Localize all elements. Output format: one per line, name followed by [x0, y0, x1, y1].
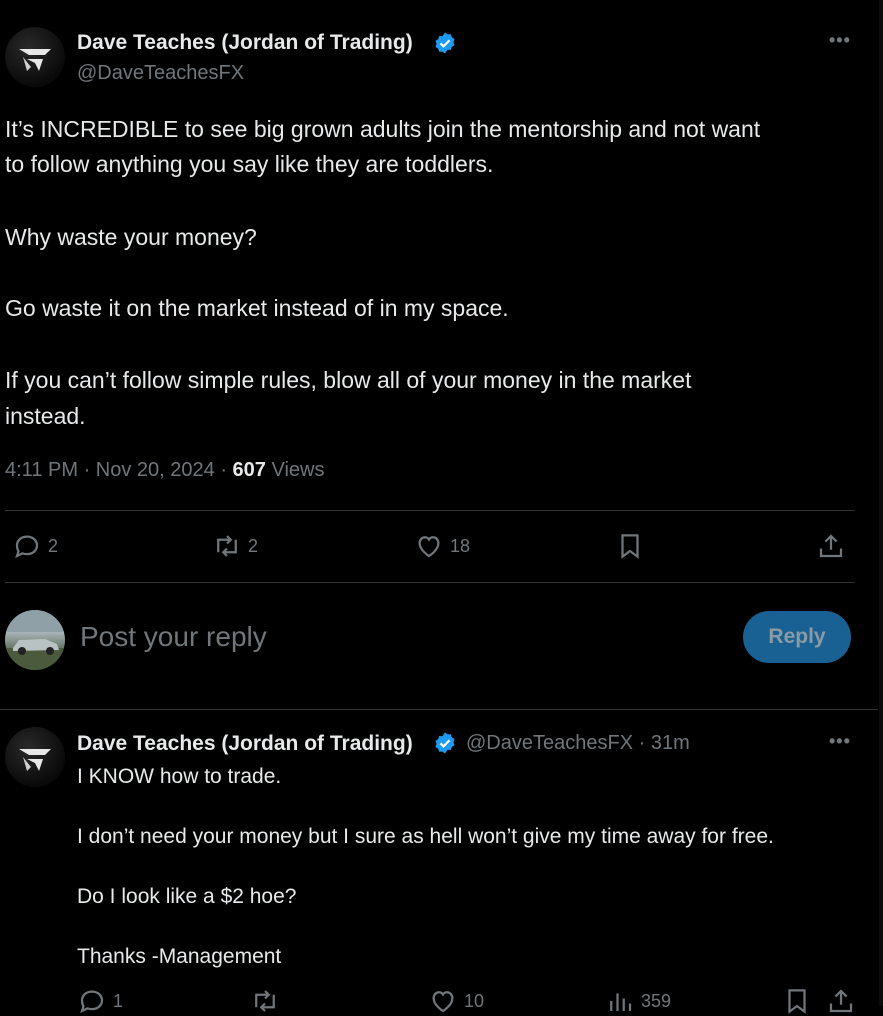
reply-age[interactable]: 31m: [651, 732, 690, 754]
share-icon: [819, 534, 843, 558]
reply-views-count: 359: [641, 990, 672, 1011]
reply-views-action[interactable]: 359: [605, 986, 671, 1016]
reply-author-handle[interactable]: @DaveTeachesFX: [466, 732, 633, 754]
reply-retweet-action[interactable]: [250, 986, 280, 1016]
car-photo: [5, 610, 65, 670]
more-icon[interactable]: •••: [829, 731, 851, 752]
divider: [0, 709, 878, 710]
tweet-text-line: to follow anything you say like they are…: [5, 151, 494, 177]
reply-like-action[interactable]: 10: [428, 986, 484, 1016]
tweet-text-line: instead.: [5, 403, 86, 429]
reply-handle-line: @DaveTeachesFX · 31m: [466, 732, 690, 754]
like-count: 18: [450, 535, 471, 556]
scrollbar[interactable]: [879, 0, 883, 1006]
logo-icon: [19, 749, 51, 771]
reply-text-line: Thanks -Management: [77, 945, 282, 968]
reply-reply-count: 1: [113, 990, 124, 1011]
tweet-text-line: If you can’t follow simple rules, blow a…: [5, 367, 692, 393]
verified-icon: [435, 32, 455, 54]
share-icon: [829, 989, 853, 1013]
views-count: 607: [232, 459, 266, 481]
bookmark-icon: [788, 989, 806, 1014]
divider: [5, 582, 855, 583]
views-icon: [610, 993, 632, 1011]
tweet-text-line: Go waste it on the market instead of in …: [5, 295, 509, 321]
reply-input[interactable]: Post your reply: [80, 621, 267, 653]
retweet-icon: [217, 535, 237, 557]
verified-icon: [435, 732, 455, 754]
author-avatar[interactable]: [5, 27, 65, 87]
like-icon: [432, 991, 454, 1013]
reply-reply-action[interactable]: 1: [77, 986, 123, 1016]
reply-action[interactable]: 2: [12, 531, 58, 561]
reply-author-avatar[interactable]: [5, 727, 65, 787]
reply-count: 2: [48, 535, 59, 556]
reply-button[interactable]: Reply: [743, 611, 851, 663]
retweet-action[interactable]: 2: [212, 531, 258, 561]
divider: [5, 510, 855, 511]
user-avatar[interactable]: [5, 610, 65, 670]
tweet-date[interactable]: Nov 20, 2024: [96, 459, 215, 481]
author-handle[interactable]: @DaveTeachesFX: [77, 62, 244, 85]
bookmark-icon: [621, 534, 639, 559]
bookmark-action[interactable]: [615, 531, 645, 561]
author-name[interactable]: Dave Teaches (Jordan of Trading): [77, 31, 413, 55]
views-label: Views: [271, 459, 325, 481]
tweet-text-line: It’s INCREDIBLE to see big grown adults …: [5, 116, 761, 142]
share-action[interactable]: [816, 531, 846, 561]
tweet-meta: 4:11 PM · Nov 20, 2024 · 607 Views: [5, 459, 325, 481]
reply-text-line: I don’t need your money but I sure as he…: [77, 825, 774, 848]
more-icon[interactable]: •••: [829, 30, 851, 51]
reply-share-action[interactable]: [826, 986, 856, 1016]
reply-icon: [15, 535, 39, 559]
tweet-time[interactable]: 4:11 PM: [5, 459, 78, 481]
reply-icon: [80, 990, 104, 1014]
tweet-text-line: Why waste your money?: [5, 224, 257, 250]
retweet-count: 2: [248, 535, 259, 556]
like-action[interactable]: 18: [414, 531, 470, 561]
reply-author-name[interactable]: Dave Teaches (Jordan of Trading): [77, 732, 413, 756]
reply-text-line: Do I look like a $2 hoe?: [77, 885, 297, 908]
reply-bookmark-action[interactable]: [782, 986, 812, 1016]
logo-icon: [19, 49, 51, 71]
retweet-icon: [255, 990, 275, 1012]
reply-like-count: 10: [464, 990, 485, 1011]
reply-text-line: I KNOW how to trade.: [77, 765, 282, 788]
like-icon: [418, 536, 440, 558]
